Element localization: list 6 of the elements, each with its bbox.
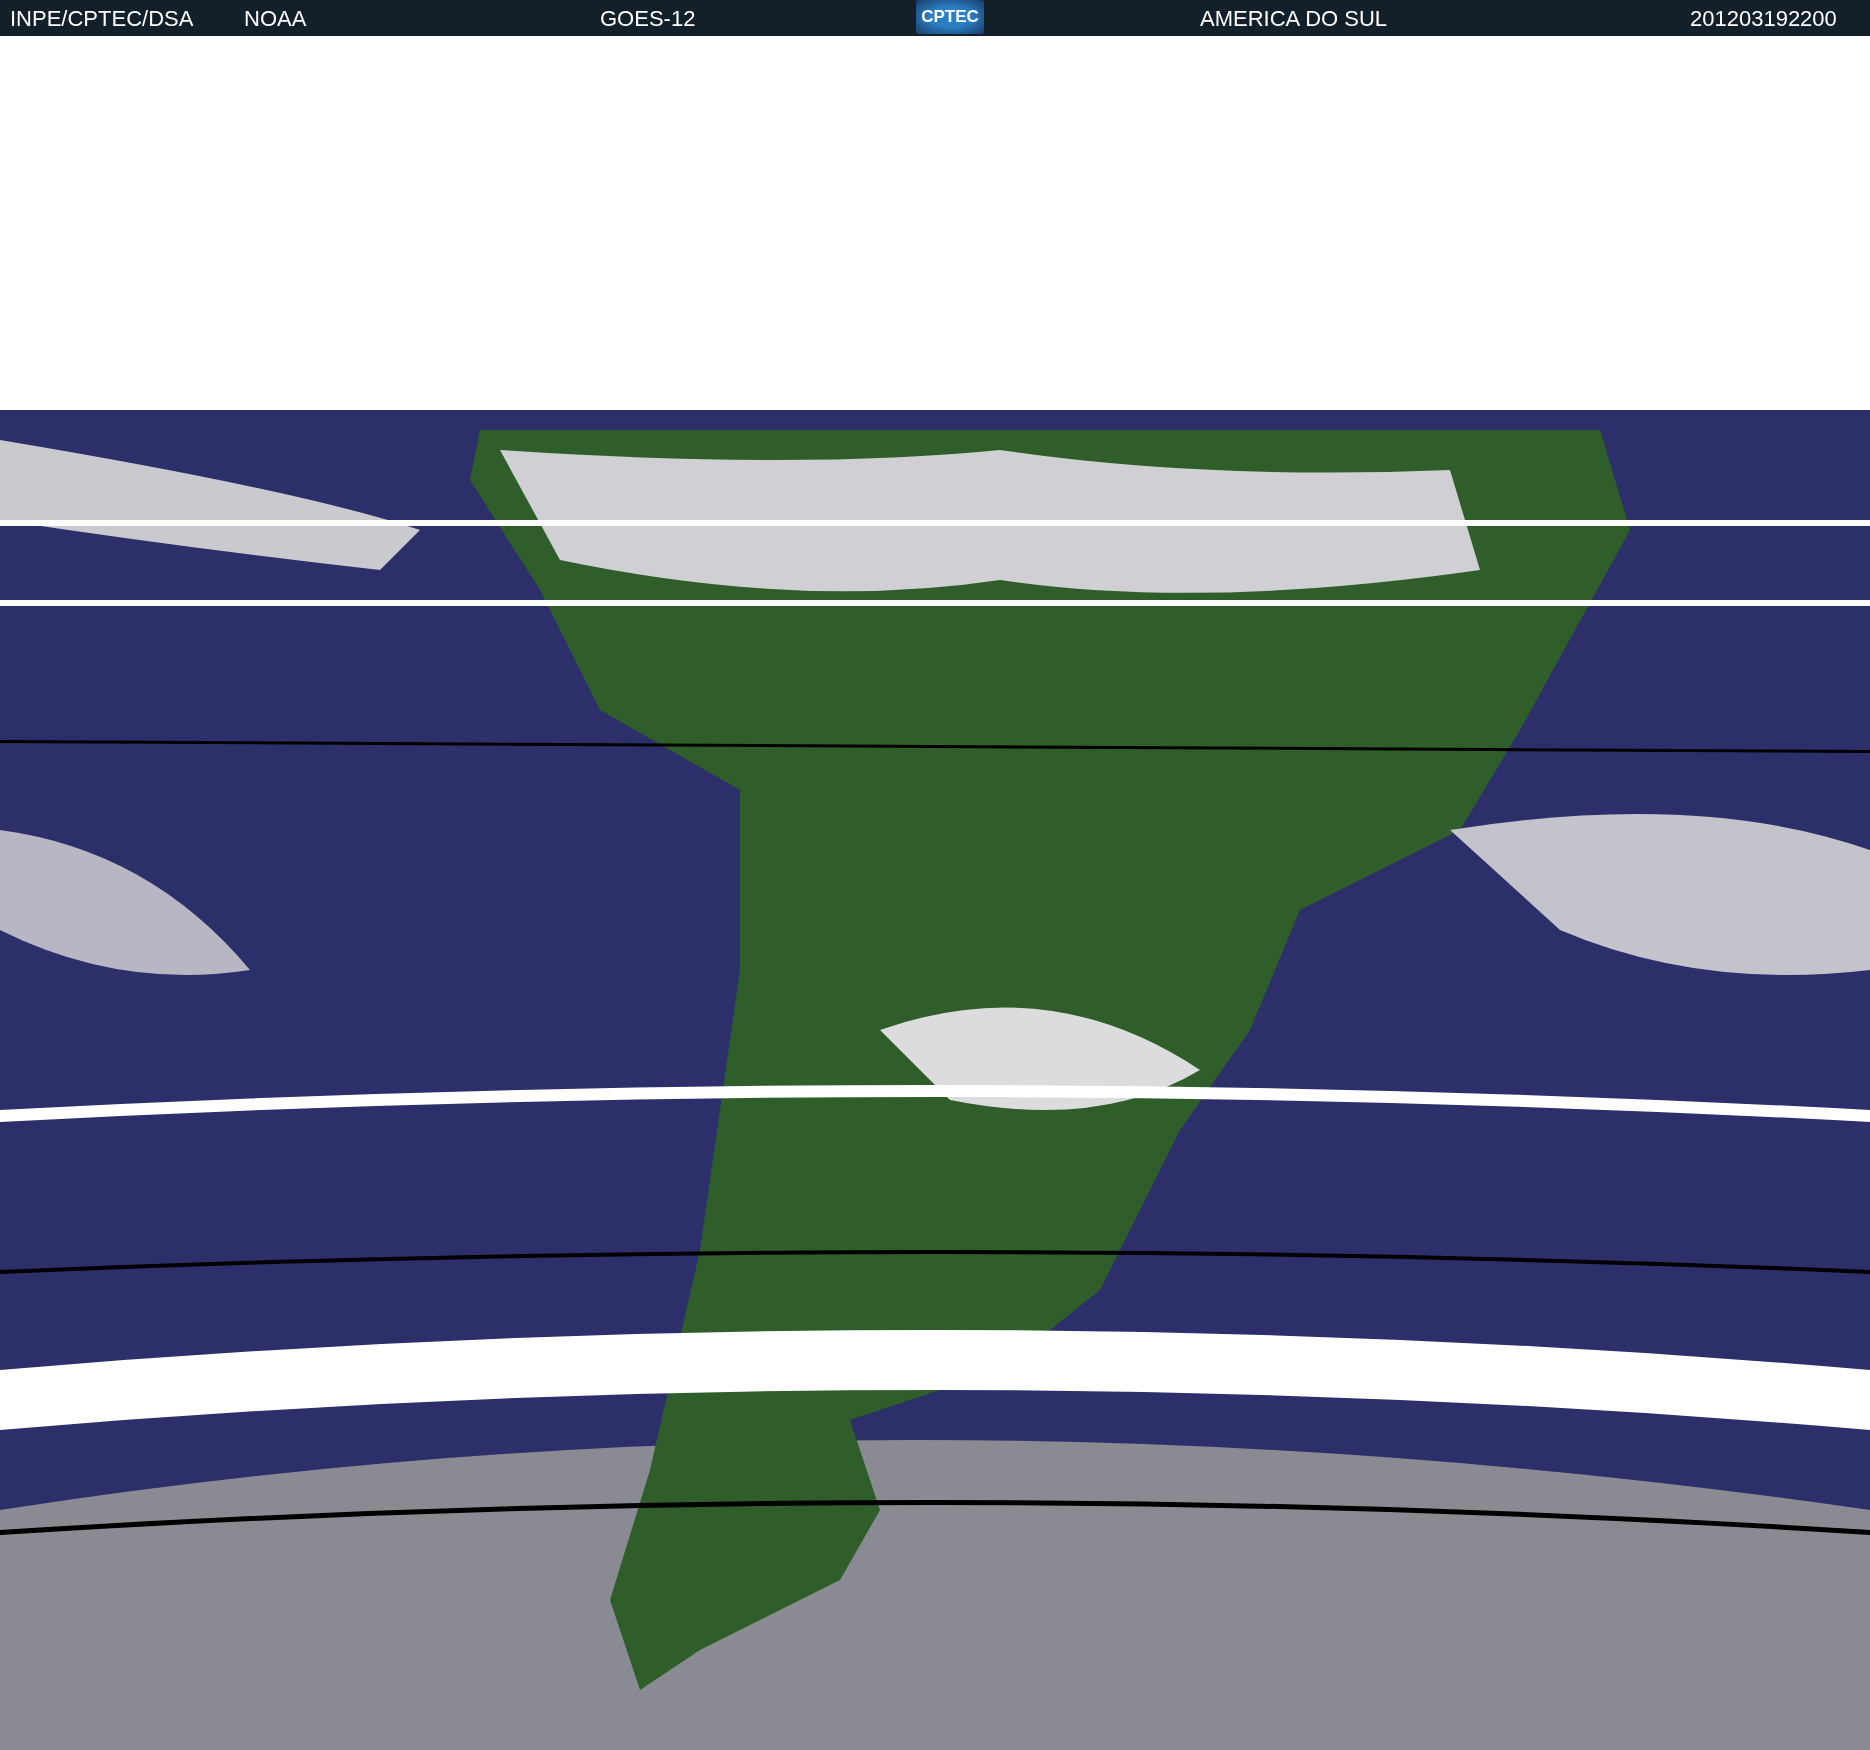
satellite-label: GOES-12: [600, 6, 696, 32]
agency-label: NOAA: [244, 6, 307, 32]
timestamp: 201203192200: [1690, 6, 1837, 32]
region-label: AMERICA DO SUL: [1200, 6, 1388, 32]
agency-label: INPE/CPTEC/DSA: [10, 6, 194, 32]
logo: CPTEC: [916, 0, 984, 34]
